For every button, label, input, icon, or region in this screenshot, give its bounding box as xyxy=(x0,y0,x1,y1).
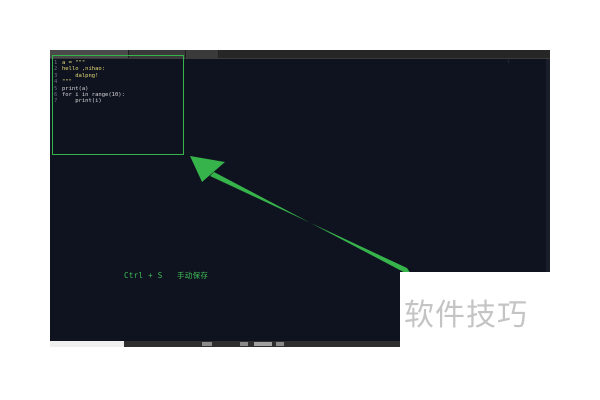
taskbar-item[interactable] xyxy=(254,342,272,346)
watermark-logo: 软件技巧 xyxy=(404,298,528,333)
taskbar-item[interactable] xyxy=(202,342,212,346)
taskbar-item[interactable] xyxy=(240,342,248,346)
screenshot-page: ⁝ 1a = """ 2 hello ,nihao: 3 dalpng! 4 """ 5 pr… xyxy=(0,0,600,400)
save-shortcut-caption: Ctrl + S 手动保存 xyxy=(124,271,209,280)
arrow-shaft xyxy=(210,172,413,277)
taskbar-blank-area xyxy=(50,341,124,347)
taskbar-item[interactable] xyxy=(276,342,284,346)
